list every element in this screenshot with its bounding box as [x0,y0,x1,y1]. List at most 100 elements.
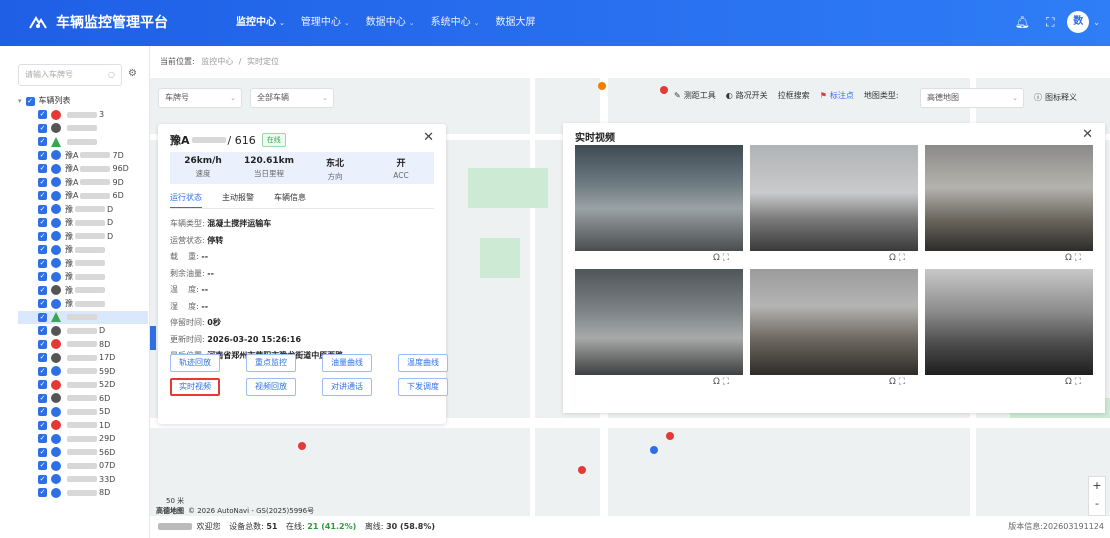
camera-controls[interactable]: Ω ⛶ [889,377,905,387]
checkbox[interactable]: ✓ [38,393,47,403]
plate-search-input[interactable]: 请输入车牌号 ○ [18,64,122,86]
box-search-button[interactable]: 拉框搜索 [778,90,810,101]
checkbox[interactable]: ✓ [38,137,47,147]
vehicle-list-item[interactable]: ✓ 豫A 96D [18,162,148,176]
nav-manage[interactable]: 管理中心 ⌄ [293,0,358,46]
zoom-in-button[interactable]: + [1089,477,1105,495]
bell-icon[interactable]: 🔔︎ [1013,13,1031,31]
nav-bigscreen[interactable]: 数据大屏 [488,0,544,46]
vehicle-list-item[interactable]: ✓ 3 [18,108,148,122]
fullscreen-icon[interactable]: ⛶ [1041,13,1059,31]
vehicle-list-item[interactable]: ✓ 豫 [18,297,148,311]
camera-controls[interactable]: Ω ⛶ [1065,253,1081,263]
camera-feed-3[interactable] [925,145,1093,251]
chevron-down-icon[interactable]: ⌄ [1093,18,1100,27]
vehicle-list-item[interactable]: ✓ 6D [18,392,148,406]
vehicle-list-item[interactable]: ✓ 29D [18,432,148,446]
nav-data[interactable]: 数据中心 ⌄ [358,0,423,46]
vehicle-list-item[interactable]: ✓ 59D [18,365,148,379]
app-logo[interactable]: 车辆监控管理平台 [28,12,168,32]
vehicle-list-item[interactable]: ✓ 豫 [18,257,148,271]
camera-controls[interactable]: Ω ⛶ [713,377,729,387]
checkbox[interactable]: ✓ [38,312,47,322]
vehicle-list-item[interactable]: ✓ 33D [18,473,148,487]
video-playback-button[interactable]: 视频回放 [246,378,296,396]
gear-icon[interactable]: ⚙ [128,68,137,79]
vehicle-list-item[interactable]: ✓ 豫A 9D [18,176,148,190]
checkbox[interactable]: ✓ [38,339,47,349]
vehicle-list-item[interactable]: ✓ 豫 [18,270,148,284]
zoom-out-button[interactable]: - [1089,495,1105,513]
vehicle-list-item[interactable]: ✓ D [18,324,148,338]
vehicle-list-item[interactable]: ✓ 5D [18,405,148,419]
tab-run-status[interactable]: 运行状态 [170,192,202,209]
vehicle-list-item[interactable]: ✓ [18,135,148,149]
map-type-select[interactable]: 高德地图 ⌄ [920,88,1024,108]
close-icon[interactable]: ✕ [1082,127,1093,142]
vehicle-list-item[interactable]: ✓ 豫 [18,243,148,257]
checkbox[interactable]: ✓ [38,380,47,390]
vehicle-list-item[interactable]: ✓ 07D [18,459,148,473]
checkbox[interactable]: ✓ [25,96,35,106]
legend-button[interactable]: ⓘ 图标释义 [1034,92,1077,103]
breadcrumb-monitor[interactable]: 监控中心 [201,57,233,66]
vehicle-list-item[interactable]: ✓ 豫 D [18,203,148,217]
checkbox[interactable]: ✓ [38,218,47,228]
map-poi-pin[interactable] [578,466,586,474]
tree-root[interactable]: ▾ ✓ 车辆列表 [18,94,148,108]
checkbox[interactable]: ✓ [38,488,47,498]
checkbox[interactable]: ✓ [38,177,47,187]
camera-feed-2[interactable] [750,145,918,251]
checkbox[interactable]: ✓ [38,474,47,484]
tab-active-alarm[interactable]: 主动报警 [222,192,254,209]
track-replay-button[interactable]: 轨迹回放 [170,354,220,372]
temp-curve-button[interactable]: 温度曲线 [398,354,448,372]
intercom-button[interactable]: 对讲通话 [322,378,372,396]
collapse-sidebar-handle[interactable] [150,326,156,350]
checkbox[interactable]: ✓ [38,285,47,295]
fuel-curve-button[interactable]: 油量曲线 [322,354,372,372]
key-monitor-button[interactable]: 重点监控 [246,354,296,372]
checkbox[interactable]: ✓ [38,245,47,255]
traffic-toggle-button[interactable]: ◐ 路况开关 [726,90,768,101]
checkbox[interactable]: ✓ [38,353,47,363]
vehicle-list-item[interactable]: ✓ 豫 D [18,230,148,244]
vehicle-list-item[interactable]: ✓ 52D [18,378,148,392]
checkbox[interactable]: ✓ [38,231,47,241]
checkbox[interactable]: ✓ [38,150,47,160]
checkbox[interactable]: ✓ [38,272,47,282]
map-poi-pin[interactable] [298,442,306,450]
checkbox[interactable]: ✓ [38,461,47,471]
chevron-down-icon[interactable]: ▾ [18,94,22,108]
camera-controls[interactable]: Ω ⛶ [713,253,729,263]
camera-controls[interactable]: Ω ⛶ [1065,377,1081,387]
vehicle-list-item[interactable]: ✓ 8D [18,338,148,352]
camera-controls[interactable]: Ω ⛶ [889,253,905,263]
vehicle-list-item[interactable]: ✓ 豫A 6D [18,189,148,203]
checkbox[interactable]: ✓ [38,204,47,214]
vehicle-list-item[interactable]: ✓ 17D [18,351,148,365]
checkbox[interactable]: ✓ [38,299,47,309]
map-poi-pin[interactable] [650,446,658,454]
filter-vehicle-select[interactable]: 全部车辆 ⌄ [250,88,334,108]
vehicle-list-item[interactable]: ✓ 8D [18,486,148,500]
camera-feed-4[interactable] [575,269,743,375]
checkbox[interactable]: ✓ [38,164,47,174]
nav-monitor[interactable]: 监控中心 ⌄ [228,0,293,46]
checkbox[interactable]: ✓ [38,447,47,457]
camera-feed-6[interactable] [925,269,1093,375]
vehicle-list-item[interactable]: ✓ [18,122,148,136]
mark-point-button[interactable]: ⚑ 标注点 [820,90,854,101]
map-canvas[interactable]: 车牌号 ⌄ 全部车辆 ⌄ ✎ 测距工具 ◐ 路况开关 拉框搜索 ⚑ 标注点 地图类型: 高… [150,78,1110,516]
checkbox[interactable]: ✓ [38,123,47,133]
filter-plate-select[interactable]: 车牌号 ⌄ [158,88,242,108]
vehicle-list-item[interactable]: ✓ [18,310,148,324]
checkbox[interactable]: ✓ [38,326,47,336]
checkbox[interactable]: ✓ [38,366,47,376]
vehicle-list-item[interactable]: ✓ 豫 D [18,216,148,230]
tab-vehicle-info[interactable]: 车辆信息 [274,192,306,209]
vehicle-list-item[interactable]: ✓ 56D [18,446,148,460]
measure-tool-button[interactable]: ✎ 测距工具 [674,90,716,101]
live-video-button[interactable]: 实时视频 [170,378,220,396]
search-icon[interactable]: ○ [108,65,115,85]
